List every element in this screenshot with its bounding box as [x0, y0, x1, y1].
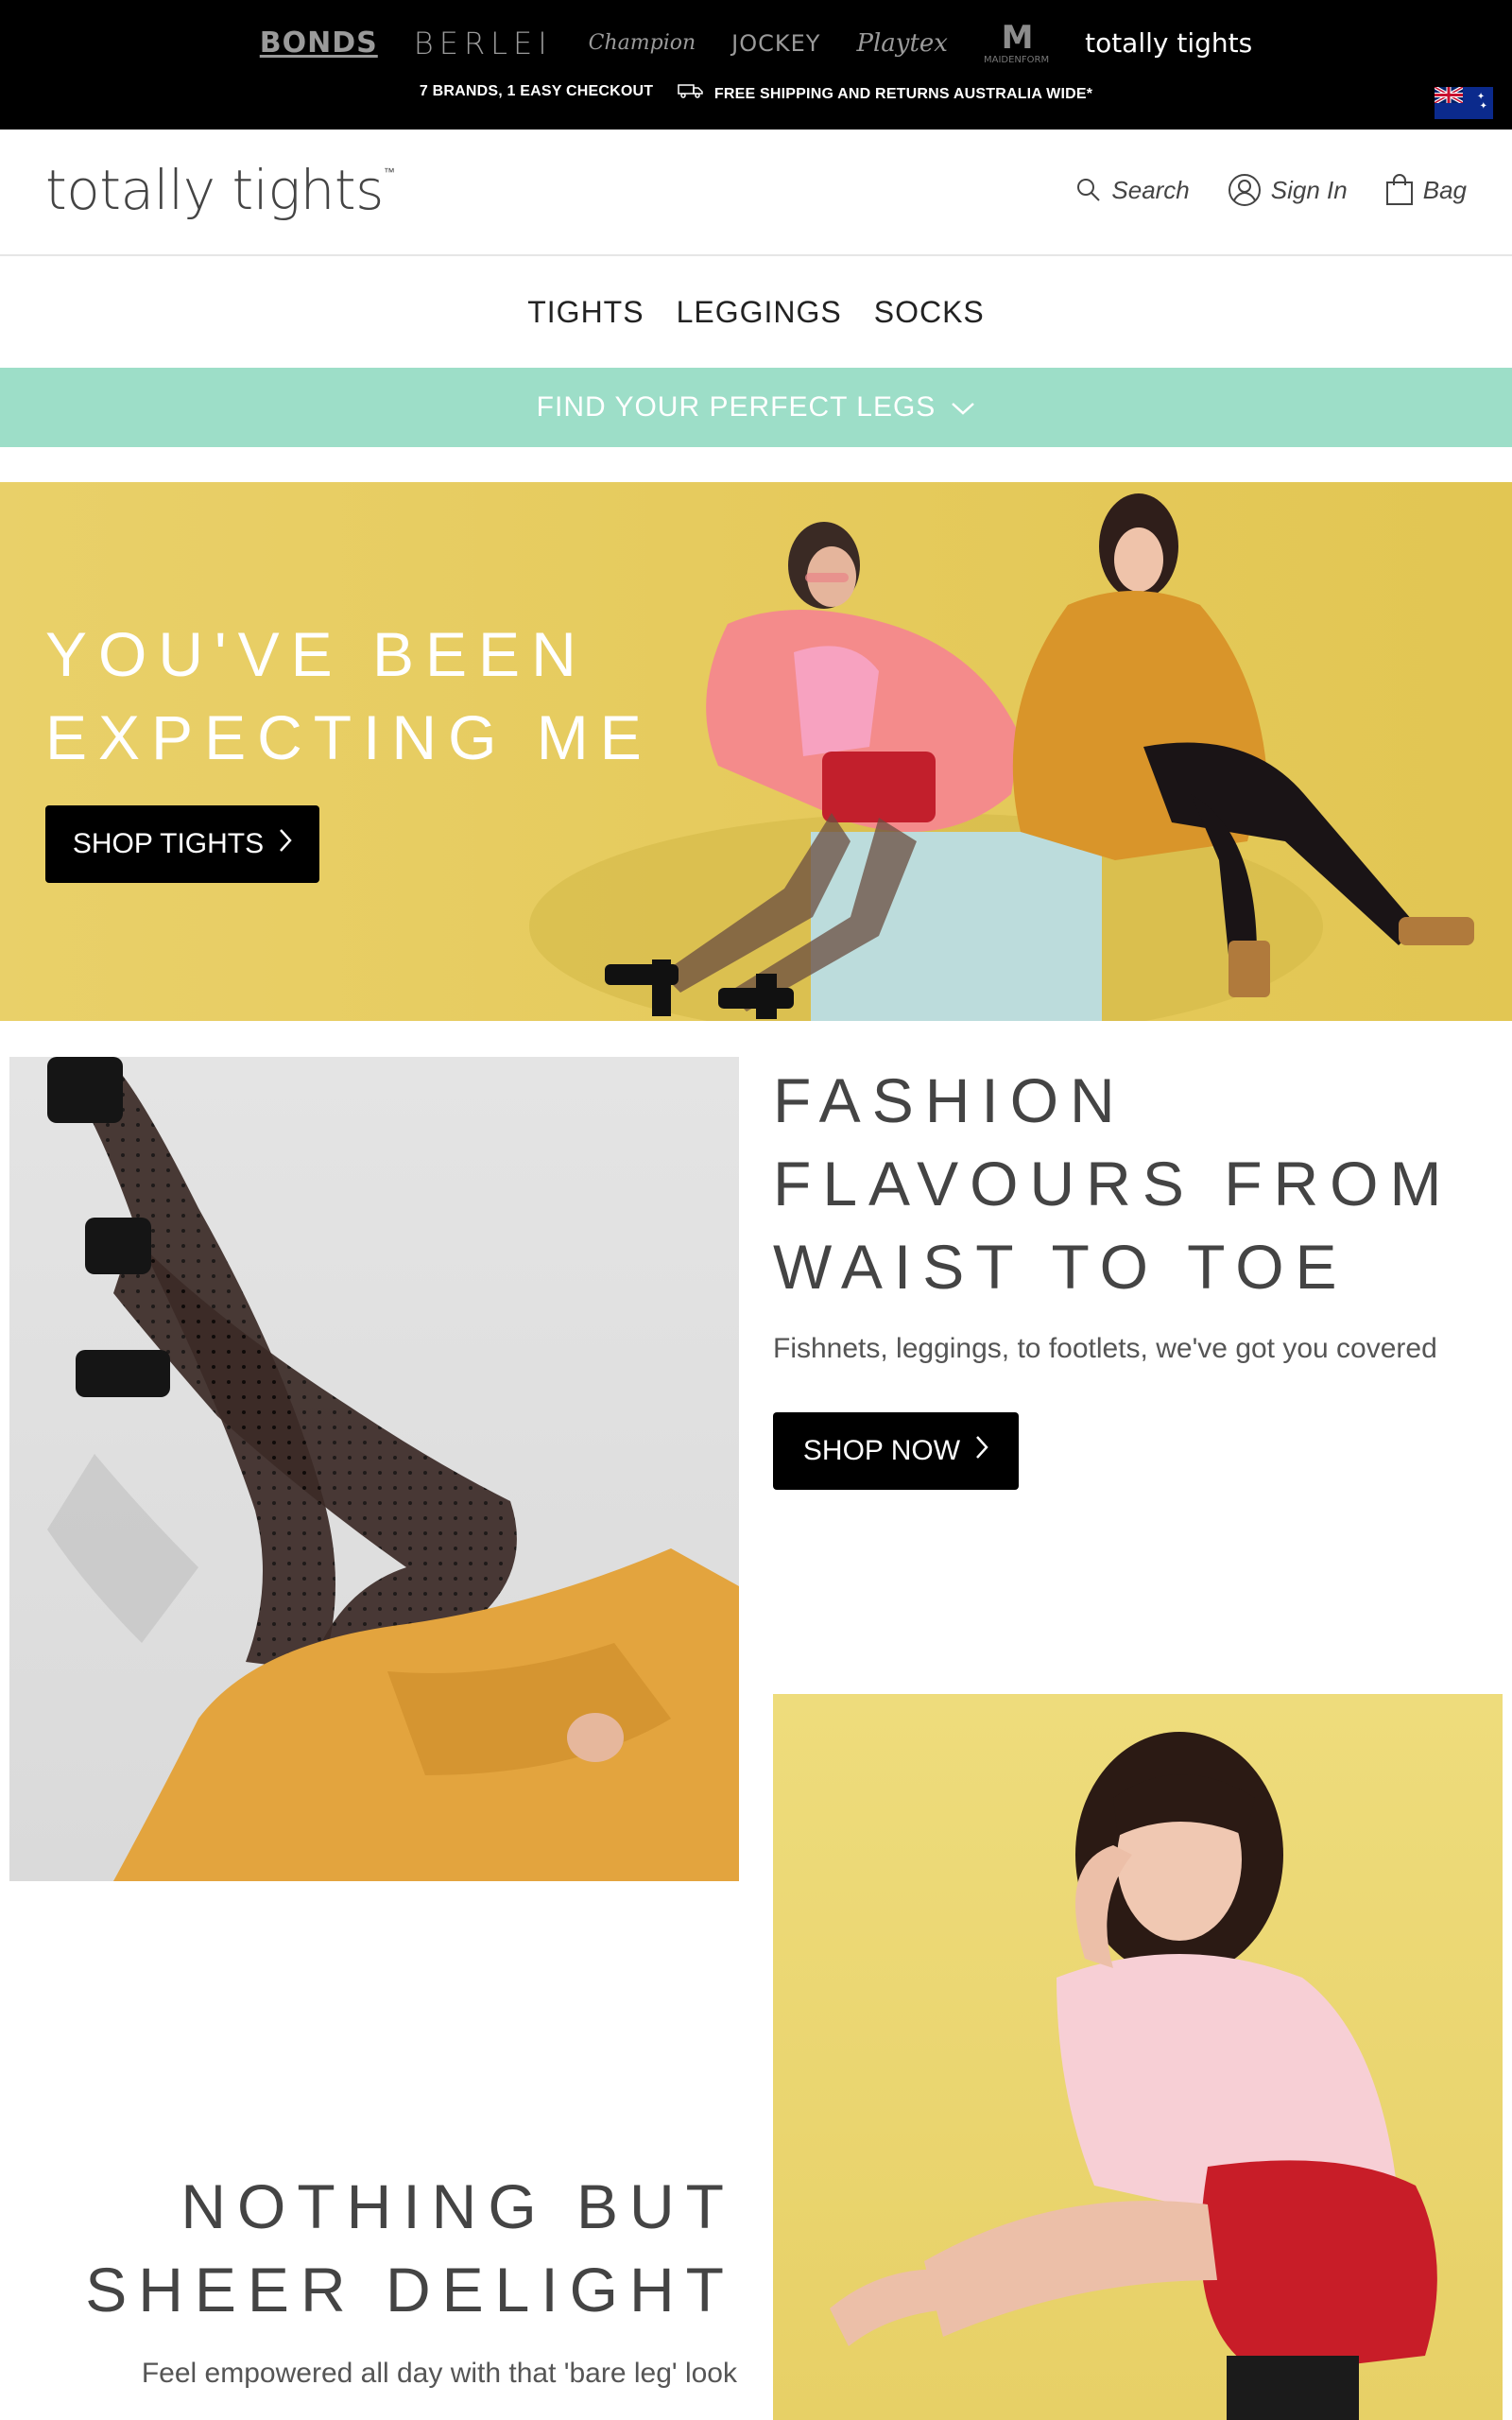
finder-label: FIND YOUR PERFECT LEGS: [536, 391, 936, 423]
bag-button[interactable]: Bag: [1385, 174, 1467, 206]
chevron-right-icon: [975, 1435, 988, 1467]
polka-dot-tights-image[interactable]: [9, 1057, 739, 1881]
promo-checkout-text: 7 BRANDS, 1 EASY CHECKOUT: [419, 83, 654, 99]
site-header: totally tights™ Search Sign In Bag: [0, 130, 1512, 256]
sheer-title-line-1: NOTHING BUT: [180, 2171, 735, 2241]
chevron-down-icon: [951, 391, 975, 424]
shopping-bag-icon: [1385, 174, 1414, 206]
shop-tights-label: SHOP TIGHTS: [72, 828, 265, 859]
sign-in-label: Sign In: [1270, 175, 1348, 204]
hero-banner: YOU'VE BEEN EXPECTING ME SHOP TIGHTS: [0, 482, 1512, 1021]
maidenform-logo-text: MAIDENFORM: [983, 55, 1050, 65]
brand-berlei-link[interactable]: BERLEI: [414, 28, 553, 59]
hero-title-line-1: YOU'VE BEEN: [45, 619, 588, 689]
chevron-right-icon: [279, 828, 292, 860]
brand-bar: BONDS BERLEI Champion JOCKEY Playtex M M…: [0, 0, 1512, 130]
section-fashion-title: FASHION FLAVOURS FROM WAIST TO TOE: [773, 1059, 1452, 1308]
user-icon: [1228, 173, 1262, 207]
find-perfect-legs-toggle[interactable]: FIND YOUR PERFECT LEGS: [0, 368, 1512, 447]
shop-now-button[interactable]: SHOP NOW: [773, 1412, 1019, 1490]
truck-icon: [678, 83, 704, 103]
fashion-title-line-1: FASHION: [773, 1065, 1126, 1135]
brand-logos: BONDS BERLEI Champion JOCKEY Playtex M M…: [0, 15, 1512, 72]
fashion-title-line-2: FLAVOURS FROM: [773, 1149, 1453, 1219]
site-logo[interactable]: totally tights™: [45, 158, 395, 222]
australia-flag-icon[interactable]: ✦ ✦: [1435, 87, 1493, 119]
sheer-title-line-2: SHEER DELIGHT: [85, 2255, 735, 2325]
header-actions: Search Sign In Bag: [1075, 173, 1467, 207]
fashion-title-line-3: WAIST TO TOE: [773, 1232, 1349, 1302]
brand-playtex-link[interactable]: Playtex: [856, 31, 948, 56]
section-sheer-title: NOTHING BUT SHEER DELIGHT: [85, 2165, 735, 2331]
flag-stars: ✦ ✦: [1476, 92, 1487, 112]
section-fashion-subtitle: Fishnets, leggings, to footlets, we've g…: [773, 1333, 1437, 1364]
hero-title: YOU'VE BEEN EXPECTING ME: [45, 613, 653, 779]
sign-in-button[interactable]: Sign In: [1228, 173, 1348, 207]
main-nav: TIGHTS LEGGINGS SOCKS: [0, 256, 1512, 368]
section-sheer-subtitle: Feel empowered all day with that 'bare l…: [141, 2358, 737, 2389]
nav-item-tights[interactable]: TIGHTS: [527, 295, 644, 330]
maidenform-logo-mark: M: [1001, 19, 1034, 57]
brand-bonds-link[interactable]: BONDS: [260, 29, 378, 58]
brand-totally-tights-link[interactable]: totally tights: [1085, 30, 1252, 57]
search-icon: [1075, 177, 1102, 203]
hero-title-line-2: EXPECTING ME: [45, 702, 653, 772]
sheer-delight-model-image[interactable]: [773, 1694, 1503, 2420]
bag-label: Bag: [1422, 175, 1467, 204]
search-button[interactable]: Search: [1075, 175, 1190, 205]
nav-item-socks[interactable]: SOCKS: [874, 295, 985, 330]
nav-item-leggings[interactable]: LEGGINGS: [677, 295, 842, 330]
promo-shipping: FREE SHIPPING AND RETURNS AUSTRALIA WIDE…: [678, 83, 1092, 103]
shop-now-label: SHOP NOW: [802, 1435, 961, 1466]
shop-tights-button[interactable]: SHOP TIGHTS: [45, 805, 319, 883]
promo-strip: 7 BRANDS, 1 EASY CHECKOUT FREE SHIPPING …: [0, 83, 1512, 103]
brand-jockey-link[interactable]: JOCKEY: [731, 32, 820, 55]
brand-champion-link[interactable]: Champion: [589, 33, 696, 54]
brand-maidenform-link[interactable]: M MAIDENFORM: [984, 22, 1049, 65]
promo-shipping-text: FREE SHIPPING AND RETURNS AUSTRALIA WIDE…: [713, 86, 1093, 102]
search-label: Search: [1111, 175, 1190, 204]
